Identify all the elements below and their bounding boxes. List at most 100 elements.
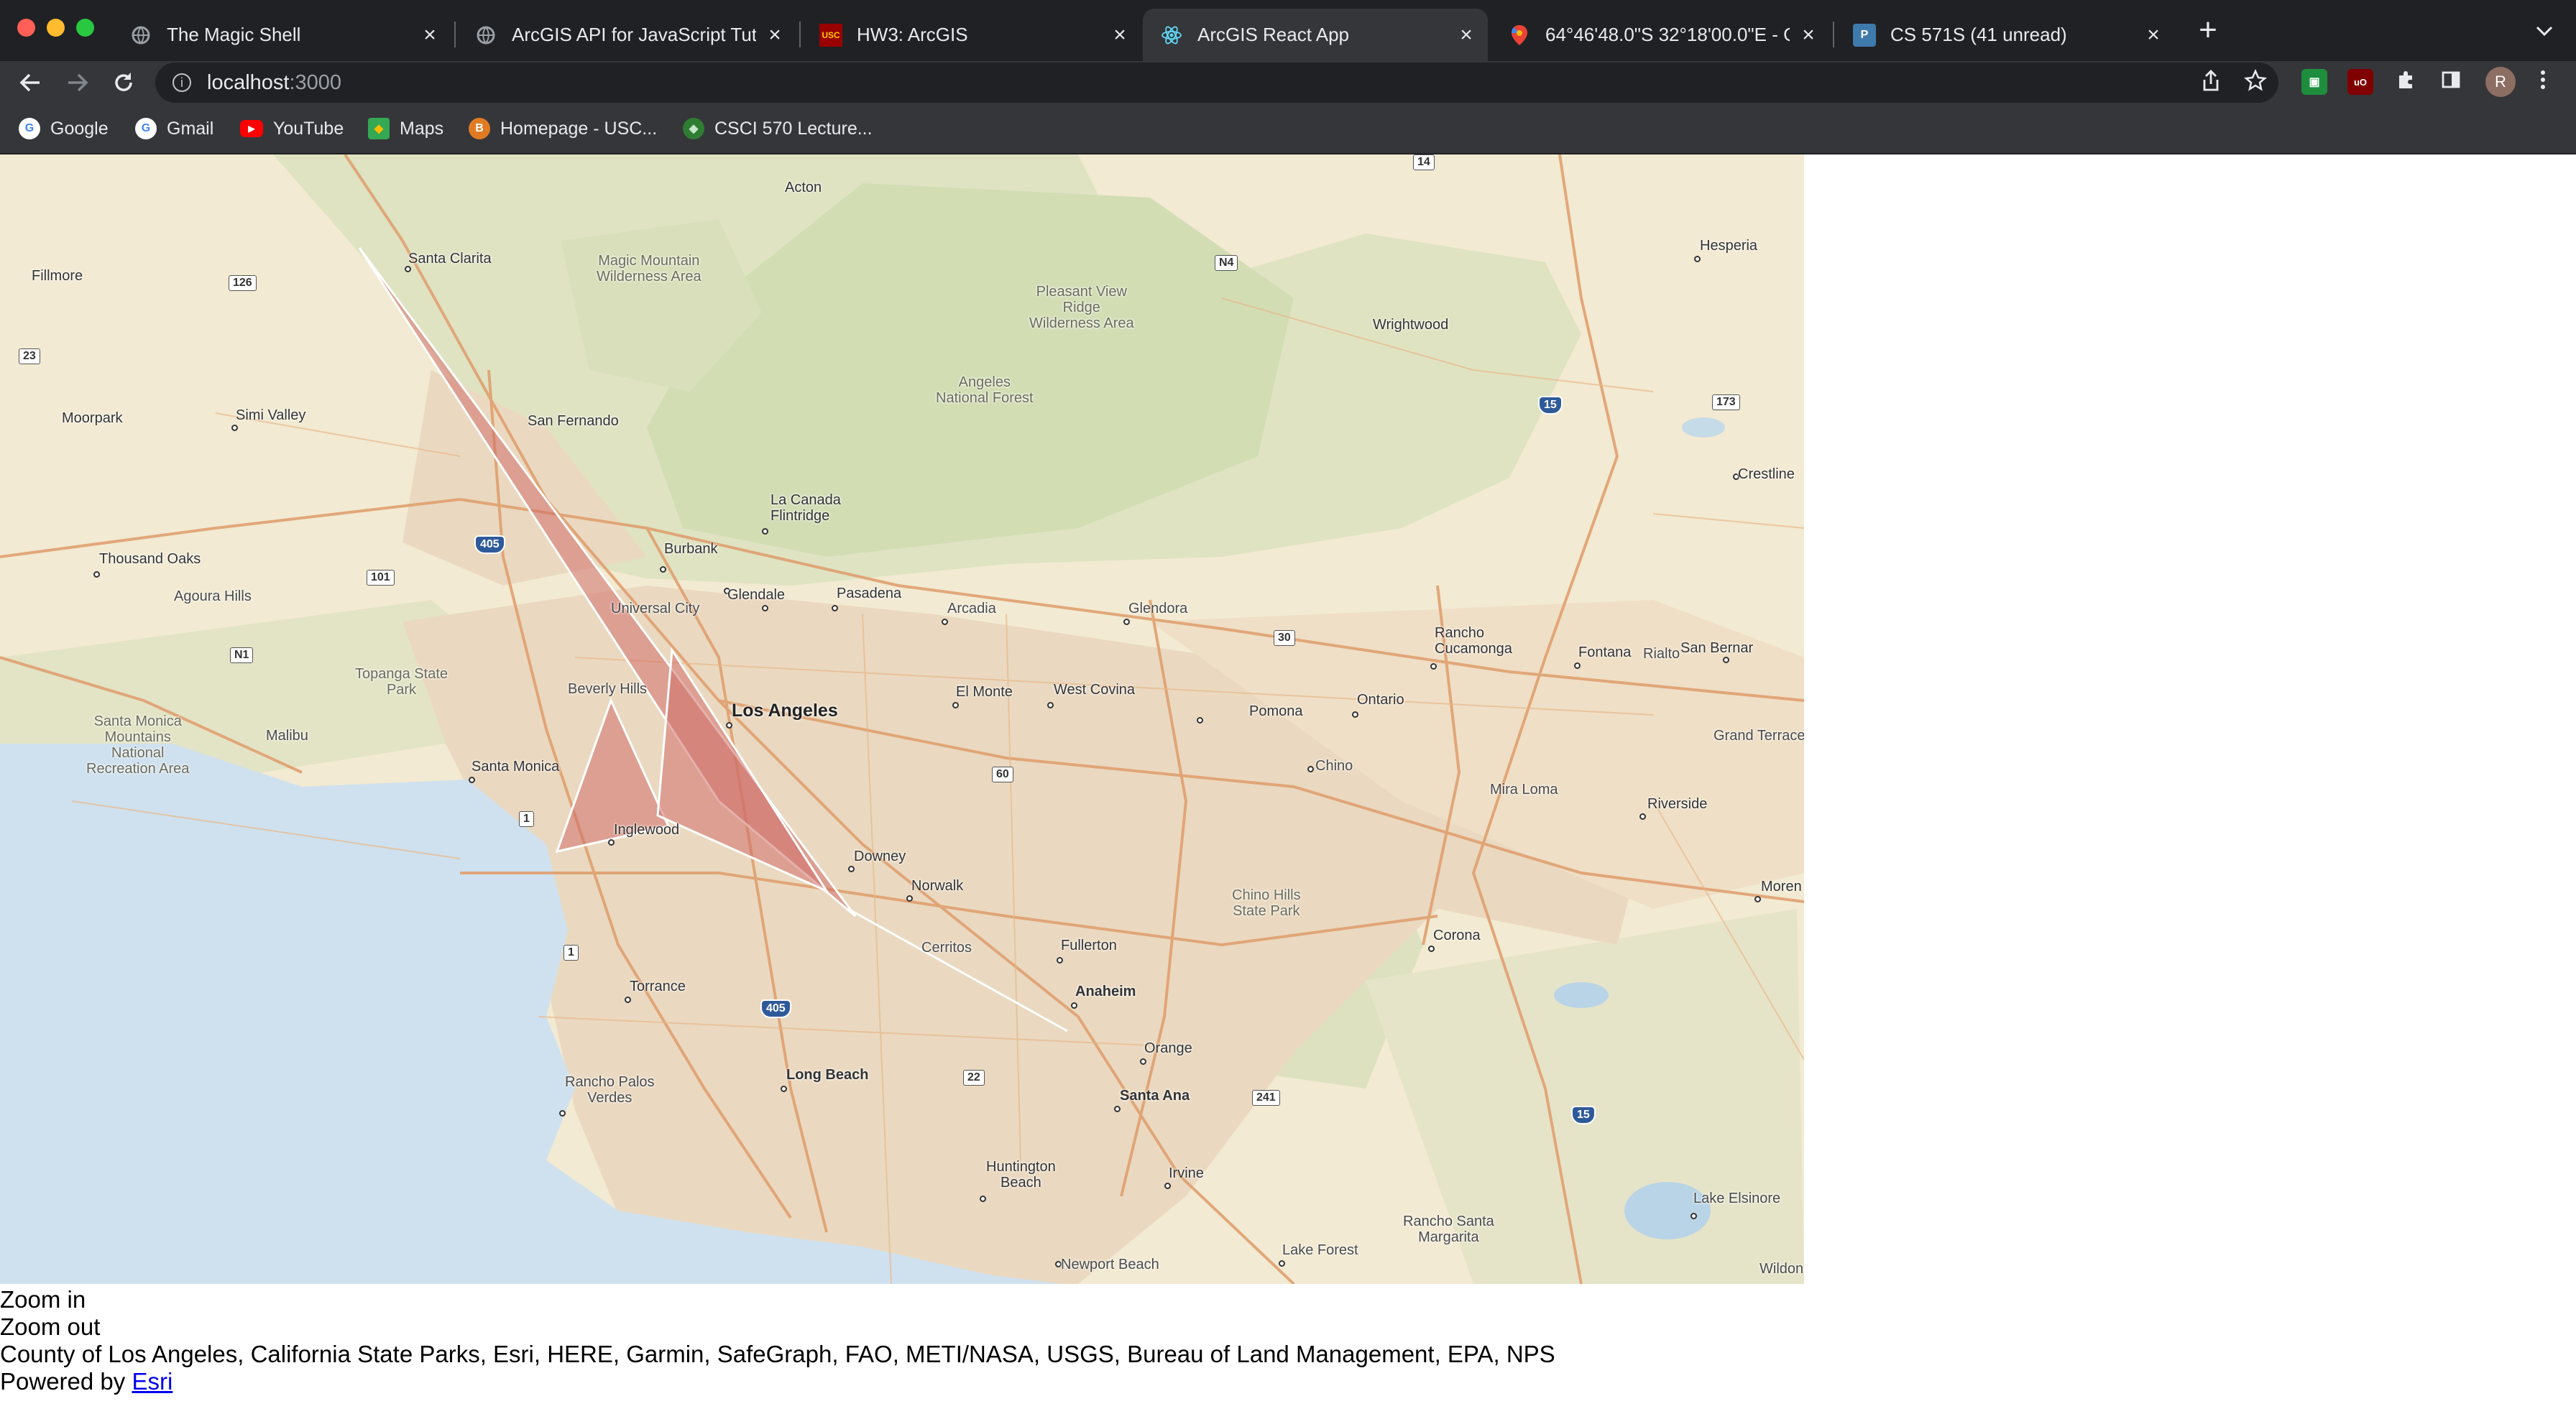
- share-icon[interactable]: [2198, 69, 2224, 95]
- tab-title: ArcGIS React App: [1197, 24, 1349, 45]
- city-dot: [1279, 1260, 1285, 1267]
- browser-tab-active[interactable]: ArcGIS React App ×: [1143, 9, 1488, 61]
- bookmark-label: YouTube: [273, 118, 344, 139]
- address-bar[interactable]: i localhost:3000: [155, 63, 2278, 103]
- bookmark-maps[interactable]: ◆ Maps: [368, 114, 443, 143]
- city-dot: [762, 528, 768, 535]
- extensions-puzzle-icon[interactable]: [2393, 69, 2419, 95]
- map-label: Santa Clarita: [408, 251, 492, 267]
- route-shield: 1: [519, 811, 534, 827]
- bookmark-google[interactable]: G Google: [19, 114, 109, 143]
- lecture-icon: ◆: [683, 118, 704, 139]
- tab-strip: The Magic Shell × ArcGIS API for JavaScr…: [0, 0, 2576, 61]
- extension-green-icon[interactable]: ▣: [2301, 69, 2327, 95]
- tab-close-icon[interactable]: ×: [1797, 23, 1820, 47]
- browser-tab[interactable]: ArcGIS API for JavaScript Tutori ×: [457, 9, 796, 61]
- route-shield: 126: [229, 275, 257, 291]
- zoom-out-button[interactable]: Zoom out: [0, 1313, 100, 1341]
- back-arrow-icon[interactable]: [14, 67, 46, 98]
- profile-avatar[interactable]: R: [2485, 67, 2516, 97]
- city-dot: [1307, 766, 1314, 772]
- map-label: Simi Valley: [236, 407, 306, 423]
- piazza-icon: P: [1853, 23, 1876, 47]
- map-label: Torrance: [630, 979, 686, 994]
- interstate-shield: 15: [1538, 396, 1563, 415]
- window-close-button[interactable]: [17, 19, 35, 37]
- tab-title: 64°46'48.0"S 32°18'00.0"E - G: [1545, 24, 1790, 45]
- maps-pin-icon: [1508, 24, 1531, 47]
- window-zoom-button[interactable]: [76, 19, 94, 37]
- city-dot: [1197, 717, 1203, 724]
- bookmark-youtube[interactable]: ▶ YouTube: [240, 114, 344, 143]
- city-dot: [1754, 896, 1761, 902]
- new-tab-button[interactable]: +: [2192, 14, 2224, 46]
- city-dot: [1694, 256, 1701, 262]
- map-label: Anaheim: [1075, 984, 1136, 999]
- tab-separator: [454, 22, 456, 47]
- map-label: Corona: [1433, 928, 1481, 943]
- map-label: Ontario: [1357, 692, 1404, 708]
- map-label: Wildon: [1760, 1261, 1804, 1277]
- map-label: Inglewood: [614, 822, 680, 838]
- bookmark-label: Gmail: [167, 118, 214, 139]
- interstate-shield: 15: [1571, 1106, 1596, 1124]
- map-label: West Covina: [1054, 682, 1136, 698]
- basemap-graphic: [0, 154, 1804, 1284]
- city-dot: [231, 425, 238, 431]
- city-dot: [93, 571, 100, 578]
- map-label: Mira Loma: [1490, 782, 1558, 798]
- map-label: Arcadia: [947, 601, 996, 616]
- window-minimize-button[interactable]: [47, 19, 65, 37]
- browser-menu-icon[interactable]: [2530, 69, 2556, 95]
- reload-icon[interactable]: [108, 67, 139, 98]
- tab-close-icon[interactable]: ×: [418, 23, 441, 47]
- tab-close-icon[interactable]: ×: [1108, 23, 1131, 47]
- url-port: :3000: [289, 70, 342, 94]
- map-label: Rialto: [1643, 646, 1680, 662]
- browser-tab[interactable]: USC HW3: ArcGIS ×: [802, 9, 1141, 61]
- site-info-icon[interactable]: i: [172, 73, 191, 92]
- bookmark-star-icon[interactable]: [2242, 68, 2268, 95]
- esri-link[interactable]: Esri: [132, 1368, 172, 1395]
- ublock-origin-icon[interactable]: uO: [2347, 69, 2373, 95]
- google-icon: G: [135, 118, 157, 139]
- map-label: Chino Hills State Park: [1232, 887, 1301, 919]
- map-label: Wrightwood: [1373, 317, 1449, 333]
- browser-tab[interactable]: P CS 571S (41 unread) ×: [1836, 9, 2175, 61]
- map-label: Burbank: [664, 541, 718, 557]
- city-dot: [1164, 1183, 1171, 1189]
- city-dot: [1723, 657, 1729, 663]
- map-label: Agoura Hills: [174, 588, 252, 604]
- map-view[interactable]: Acton Santa Clarita Fillmore Magic Mount…: [0, 154, 1804, 1284]
- interstate-shield: 405: [760, 999, 791, 1018]
- map-label: Magic Mountain Wilderness Area: [597, 253, 702, 285]
- city-dot: [1047, 702, 1054, 708]
- powered-by-line: Powered by Esri: [0, 1368, 172, 1395]
- city-dot: [1574, 662, 1581, 669]
- tab-title: CS 571S (41 unread): [1890, 24, 2067, 45]
- tab-close-icon[interactable]: ×: [2142, 23, 2165, 47]
- browser-tab[interactable]: The Magic Shell ×: [112, 9, 451, 61]
- map-label: Pleasant View Ridge Wilderness Area: [1029, 284, 1134, 331]
- tab-search-chevron-icon[interactable]: [2530, 16, 2559, 45]
- bookmark-csci570[interactable]: ◆ CSCI 570 Lecture...: [683, 114, 873, 143]
- map-label: Downey: [854, 849, 906, 864]
- map-label: Universal City: [611, 601, 700, 616]
- tab-close-icon[interactable]: ×: [763, 23, 786, 47]
- bookmark-gmail[interactable]: G Gmail: [135, 114, 213, 143]
- map-label: Fontana: [1578, 644, 1632, 660]
- route-shield: 101: [367, 570, 395, 586]
- map-label: Norwalk: [911, 878, 964, 894]
- maps-icon: ◆: [368, 118, 390, 139]
- react-icon: [1160, 24, 1183, 47]
- city-dot: [1057, 957, 1063, 964]
- map-label: Rancho Cucamonga: [1435, 625, 1512, 657]
- zoom-in-button[interactable]: Zoom in: [0, 1286, 86, 1313]
- bookmark-usc-homepage[interactable]: B Homepage - USC...: [469, 114, 657, 143]
- city-dot: [625, 997, 631, 1003]
- browser-tab[interactable]: 64°46'48.0"S 32°18'00.0"E - G ×: [1491, 9, 1830, 61]
- side-panel-icon[interactable]: [2438, 69, 2464, 95]
- tab-close-icon[interactable]: ×: [1455, 23, 1478, 47]
- tab-title: HW3: ArcGIS: [857, 24, 968, 45]
- forward-arrow-icon[interactable]: [62, 67, 93, 98]
